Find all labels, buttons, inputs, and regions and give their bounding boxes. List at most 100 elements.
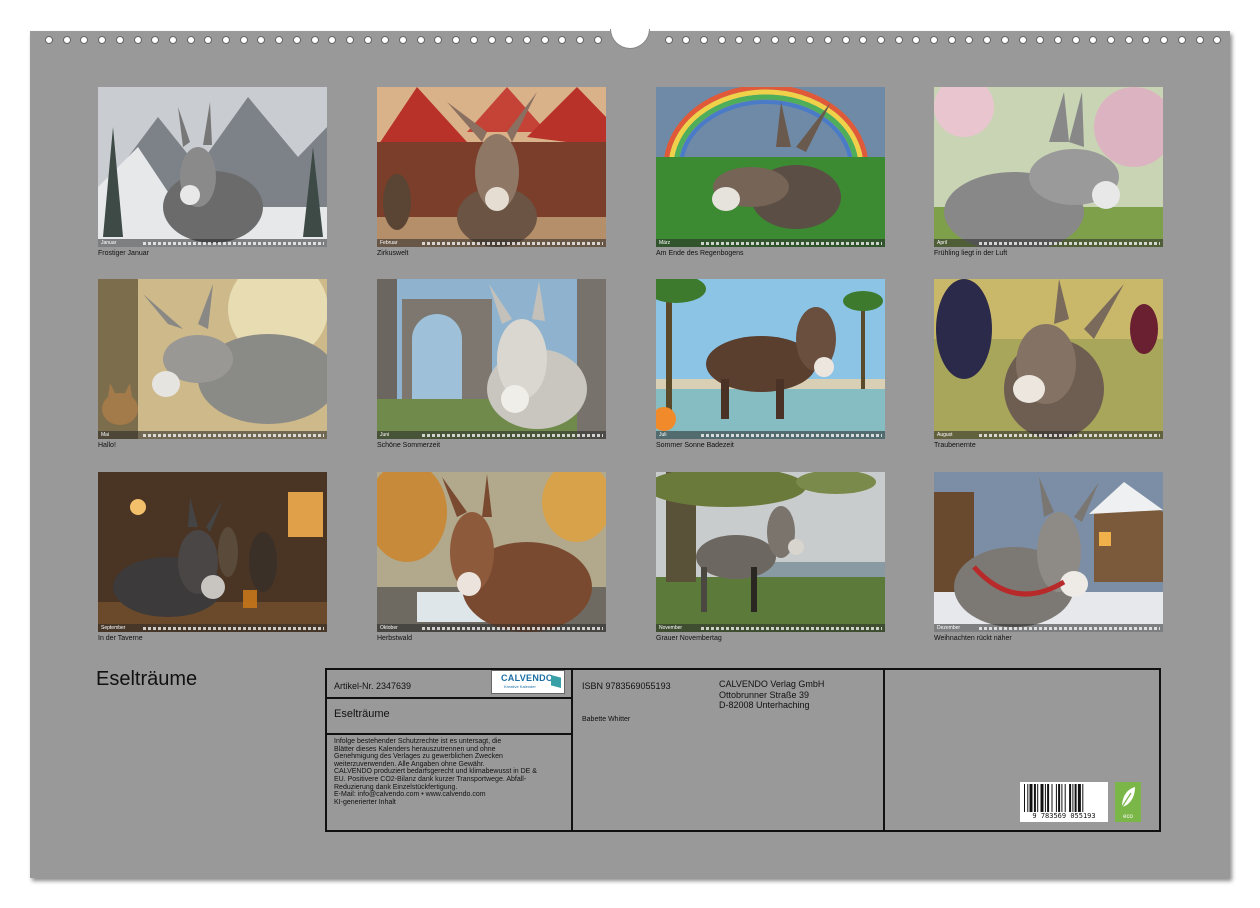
calvendo-logo: CALVENDO Kreative Kalender bbox=[491, 670, 565, 694]
month-caption: Grauer Novembertag bbox=[656, 635, 722, 642]
binding-hole bbox=[469, 36, 478, 44]
binding-hole bbox=[345, 36, 354, 44]
product-title: Eselträume bbox=[334, 708, 390, 720]
month-label: März bbox=[659, 240, 671, 246]
month-photo: August bbox=[934, 279, 1163, 439]
month-caption: Sommer Sonne Badezeit bbox=[656, 442, 734, 449]
month-tile-january: Januar Frostiger Januar bbox=[98, 87, 327, 257]
binding-hole bbox=[753, 36, 761, 44]
month-photo: Juni bbox=[377, 279, 606, 439]
month-caption: Frostiger Januar bbox=[98, 250, 149, 257]
binding-hole bbox=[930, 36, 938, 44]
binding-hole bbox=[947, 36, 956, 44]
month-caption: In der Taverne bbox=[98, 635, 143, 642]
month-label: April bbox=[937, 240, 948, 246]
month-caption: Zirkuswelt bbox=[377, 250, 409, 257]
binding-hole bbox=[1195, 36, 1204, 44]
binding-hole bbox=[310, 36, 319, 44]
binding-hole bbox=[823, 36, 832, 44]
month-label: Januar bbox=[101, 240, 117, 246]
august-donkey-image bbox=[934, 279, 1163, 439]
month-tile-june: Juni Schöne Sommerzeit bbox=[377, 279, 606, 449]
september-donkey-image bbox=[98, 472, 327, 632]
barcode-number: 9 783569 055193 bbox=[1032, 812, 1096, 820]
month-caption: Hallo! bbox=[98, 442, 116, 449]
june-donkey-image bbox=[377, 279, 606, 439]
binding-hole bbox=[540, 36, 549, 44]
binding-hole bbox=[770, 36, 779, 44]
month-photo: Januar bbox=[98, 87, 327, 247]
month-label: November bbox=[659, 625, 683, 631]
month-caption: Weihnachten rückt näher bbox=[934, 635, 1012, 642]
leaf-icon bbox=[1121, 787, 1135, 808]
binding-hole bbox=[168, 36, 177, 44]
july-donkey-image bbox=[656, 279, 885, 439]
month-tile-march: März Am Ende des Regenbogens bbox=[656, 87, 885, 257]
december-donkey-image bbox=[934, 472, 1163, 632]
month-label: Mai bbox=[101, 432, 110, 438]
october-donkey-image bbox=[377, 472, 606, 632]
month-tile-september: September In der Taverne bbox=[98, 472, 327, 642]
binding-holes bbox=[0, 0, 1260, 44]
month-tile-december: Dezember Weihnachten rückt näher bbox=[934, 472, 1163, 642]
binding-hole bbox=[664, 36, 673, 44]
binding-hole bbox=[876, 36, 885, 44]
binding-hole bbox=[1177, 36, 1186, 44]
month-photo: Februar bbox=[377, 87, 606, 247]
month-label: Juni bbox=[380, 432, 390, 438]
month-caption: Am Ende des Regenbogens bbox=[656, 250, 744, 257]
month-photo: Oktober bbox=[377, 472, 606, 632]
month-label: Oktober bbox=[380, 625, 398, 631]
binding-hole bbox=[292, 36, 301, 44]
isbn: ISBN 9783569055193 bbox=[582, 681, 671, 691]
binding-hole bbox=[576, 36, 584, 44]
may-donkey-image bbox=[98, 279, 327, 439]
publisher-address: CALVENDO Verlag GmbH Ottobrunner Straße … bbox=[719, 679, 825, 710]
month-tile-august: August Traubenernte bbox=[934, 279, 1163, 449]
month-photo: November bbox=[656, 472, 885, 632]
month-tile-october: Oktober Herbstwald bbox=[377, 472, 606, 642]
month-tile-may: Mai Hallo! bbox=[98, 279, 327, 449]
binding-hole bbox=[416, 36, 425, 44]
barcode-bars bbox=[1024, 784, 1084, 812]
month-photo: März bbox=[656, 87, 885, 247]
binding-hole bbox=[522, 36, 531, 44]
binding-hole bbox=[133, 36, 142, 44]
month-photo: Juli bbox=[656, 279, 885, 439]
calendar-title: Eselträume bbox=[96, 668, 198, 690]
month-label: August bbox=[937, 432, 953, 438]
binding-hole bbox=[717, 36, 726, 44]
barcode: 9 783569 055193 bbox=[1020, 782, 1108, 822]
binding-hole bbox=[1000, 36, 1009, 44]
binding-hole bbox=[487, 36, 496, 44]
month-tile-february: Februar Zirkuswelt bbox=[377, 87, 606, 257]
binding-hole bbox=[399, 36, 407, 44]
binding-hole bbox=[1071, 36, 1080, 44]
binding-hole bbox=[45, 36, 53, 44]
month-tile-july: Juli Sommer Sonne Badezeit bbox=[656, 279, 885, 449]
month-label: Dezember bbox=[937, 625, 961, 631]
binding-hole bbox=[1124, 36, 1133, 44]
binding-hole bbox=[894, 36, 903, 44]
month-photo: Dezember bbox=[934, 472, 1163, 632]
binding-hole bbox=[841, 36, 850, 44]
legal-notice: Infolge bestehender Schutzrechte ist es … bbox=[334, 738, 537, 806]
binding-hole bbox=[363, 36, 372, 44]
binding-hole bbox=[186, 36, 195, 44]
binding-hole bbox=[593, 36, 602, 44]
march-donkey-image bbox=[656, 87, 885, 247]
month-caption: Herbstwald bbox=[377, 635, 413, 642]
binding-hole bbox=[1053, 36, 1062, 44]
november-donkey-image bbox=[656, 472, 885, 632]
binding-hole bbox=[239, 36, 248, 44]
binding-hole bbox=[222, 36, 230, 44]
month-photo: April bbox=[934, 87, 1163, 247]
month-caption: Frühling liegt in der Luft bbox=[934, 250, 1008, 257]
article-number: Artikel-Nr. 2347639 bbox=[334, 681, 412, 691]
month-tile-november: November Grauer Novembertag bbox=[656, 472, 885, 642]
binding-hole bbox=[1107, 36, 1115, 44]
month-caption: Schöne Sommerzeit bbox=[377, 442, 441, 449]
binding-hole bbox=[1018, 36, 1027, 44]
february-donkey-image bbox=[377, 87, 606, 247]
binding-hole bbox=[699, 36, 708, 44]
